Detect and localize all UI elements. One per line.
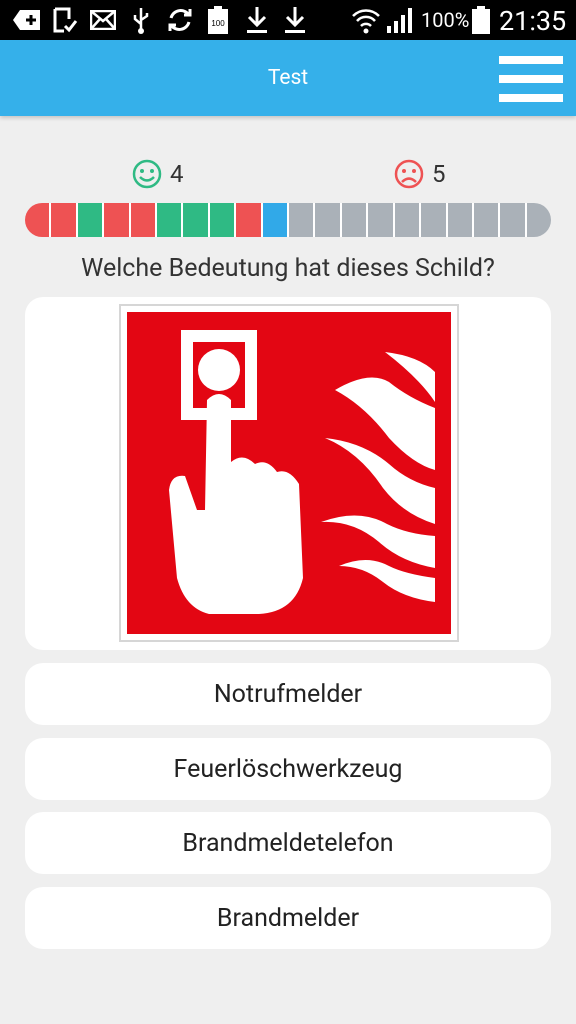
answer-option[interactable]: Feuerlöschwerkzeug bbox=[25, 738, 551, 800]
menu-button[interactable] bbox=[499, 56, 563, 102]
progress-segment-red bbox=[104, 203, 131, 237]
clock: 21:35 bbox=[499, 5, 567, 37]
progress-segment-gray bbox=[447, 203, 474, 237]
progress-segment-blue bbox=[262, 203, 290, 237]
answer-option[interactable]: Brandmelder bbox=[25, 887, 551, 949]
usb-icon bbox=[131, 6, 151, 34]
correct-score: 4 bbox=[132, 157, 184, 191]
progress-segment-red bbox=[130, 203, 158, 237]
notification-icon bbox=[12, 6, 42, 34]
download-check-icon bbox=[52, 6, 78, 34]
fire-alarm-sign-image bbox=[119, 304, 459, 642]
question-image-card bbox=[25, 297, 551, 650]
progress-bar bbox=[25, 203, 551, 237]
menu-icon-bar bbox=[499, 75, 563, 83]
progress-segment-red bbox=[51, 203, 78, 237]
battery-icon bbox=[470, 6, 492, 34]
download-icon bbox=[246, 6, 268, 34]
status-bar: 100 100% 21:35 bbox=[0, 0, 576, 40]
app-bar: Test bbox=[0, 40, 576, 116]
wrong-score: 5 bbox=[394, 157, 446, 191]
menu-icon-bar bbox=[499, 56, 563, 64]
progress-segment-green bbox=[183, 203, 210, 237]
progress-segment-gray bbox=[341, 203, 369, 237]
progress-segment-gray bbox=[526, 203, 551, 237]
download-icon-2 bbox=[284, 6, 306, 34]
sync-icon bbox=[166, 6, 194, 34]
answer-option[interactable]: Brandmeldetelefon bbox=[25, 812, 551, 874]
app-title: Test bbox=[267, 66, 309, 90]
progress-segment-gray bbox=[315, 203, 342, 237]
progress-segment-gray bbox=[368, 203, 395, 237]
answer-option[interactable]: Notrufmelder bbox=[25, 663, 551, 725]
progress-segment-gray bbox=[473, 203, 501, 237]
progress-segment-gray bbox=[500, 203, 527, 237]
wifi-icon bbox=[351, 6, 381, 34]
svg-text:100: 100 bbox=[211, 19, 225, 28]
progress-segment-green bbox=[157, 203, 184, 237]
progress-segment-gray bbox=[394, 203, 422, 237]
progress-segment-green bbox=[77, 203, 105, 237]
progress-segment-green bbox=[209, 203, 237, 237]
question-text: Welche Bedeutung hat dieses Schild? bbox=[81, 254, 495, 283]
signal-icon bbox=[386, 6, 414, 34]
battery-percent: 100% bbox=[421, 8, 470, 32]
progress-segment-gray bbox=[421, 203, 448, 237]
progress-segment-gray bbox=[289, 203, 316, 237]
frown-icon bbox=[394, 159, 424, 189]
mail-icon bbox=[90, 6, 116, 34]
battery-full-icon: 100 bbox=[207, 6, 229, 34]
wrong-count: 5 bbox=[432, 160, 446, 188]
menu-icon-bar bbox=[499, 94, 563, 102]
progress-segment-red bbox=[25, 203, 52, 237]
fire-alarm-call-point-icon bbox=[127, 312, 451, 634]
progress-segment-red bbox=[236, 203, 263, 237]
correct-count: 4 bbox=[170, 160, 184, 188]
smile-icon bbox=[132, 159, 162, 189]
